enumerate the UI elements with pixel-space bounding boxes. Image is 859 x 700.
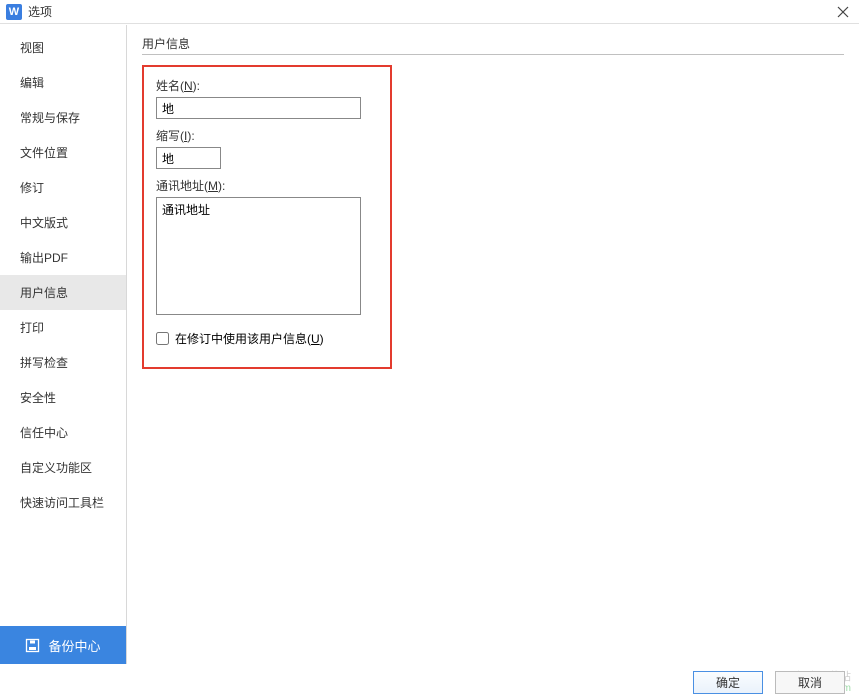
abbr-input[interactable] xyxy=(156,147,221,169)
sidebar-item-edit[interactable]: 编辑 xyxy=(0,65,126,100)
name-label: 姓名(N): xyxy=(156,77,378,94)
sidebar-item-print[interactable]: 打印 xyxy=(0,310,126,345)
use-in-revision-checkbox[interactable] xyxy=(156,332,169,345)
address-field-group: 通讯地址(M): xyxy=(156,177,378,318)
name-input[interactable] xyxy=(156,97,361,119)
cancel-button[interactable]: 取消 xyxy=(775,671,845,694)
section-divider xyxy=(142,54,844,55)
sidebar: 视图 编辑 常规与保存 文件位置 修订 中文版式 输出PDF 用户信息 打印 拼… xyxy=(0,25,127,664)
sidebar-item-label: 安全性 xyxy=(20,391,56,405)
sidebar-item-revision[interactable]: 修订 xyxy=(0,170,126,205)
sidebar-item-label: 常规与保存 xyxy=(20,111,80,125)
dialog-footer: 确定 取消 xyxy=(0,664,859,700)
sidebar-item-label: 拼写检查 xyxy=(20,356,68,370)
close-icon xyxy=(837,6,849,18)
close-button[interactable] xyxy=(835,4,851,20)
sidebar-item-quick-access[interactable]: 快速访问工具栏 xyxy=(0,485,126,520)
ok-button[interactable]: 确定 xyxy=(693,671,763,694)
sidebar-item-label: 文件位置 xyxy=(20,146,68,160)
sidebar-item-custom-ribbon[interactable]: 自定义功能区 xyxy=(0,450,126,485)
sidebar-item-user-info[interactable]: 用户信息 xyxy=(0,275,126,310)
app-icon-letter: W xyxy=(9,6,19,18)
backup-center-label: 备份中心 xyxy=(48,636,100,655)
sidebar-item-label: 自定义功能区 xyxy=(20,461,92,475)
sidebar-item-label: 信任中心 xyxy=(20,426,68,440)
name-field-group: 姓名(N): xyxy=(156,77,378,119)
sidebar-item-trust-center[interactable]: 信任中心 xyxy=(0,415,126,450)
sidebar-item-security[interactable]: 安全性 xyxy=(0,380,126,415)
sidebar-item-label: 输出PDF xyxy=(20,251,68,265)
backup-center-button[interactable]: 备份中心 xyxy=(0,626,126,664)
sidebar-item-spell-check[interactable]: 拼写检查 xyxy=(0,345,126,380)
sidebar-item-general-save[interactable]: 常规与保存 xyxy=(0,100,126,135)
window-title: 选项 xyxy=(28,3,52,20)
sidebar-item-output-pdf[interactable]: 输出PDF xyxy=(0,240,126,275)
section-title: 用户信息 xyxy=(142,35,844,52)
sidebar-item-label: 快速访问工具栏 xyxy=(20,496,104,510)
sidebar-item-file-location[interactable]: 文件位置 xyxy=(0,135,126,170)
content-panel: 用户信息 姓名(N): 缩写(I): 通讯地址(M): 在修订中使用该用户信息(… xyxy=(127,25,859,664)
abbr-label: 缩写(I): xyxy=(156,127,378,144)
sidebar-item-label: 中文版式 xyxy=(20,216,68,230)
sidebar-item-label: 修订 xyxy=(20,181,44,195)
sidebar-item-label: 视图 xyxy=(20,41,44,55)
sidebar-item-view[interactable]: 视图 xyxy=(0,30,126,65)
title-bar: W 选项 xyxy=(0,0,859,24)
backup-icon xyxy=(25,638,40,653)
sidebar-item-label: 打印 xyxy=(20,321,44,335)
use-in-revision-row: 在修订中使用该用户信息(U) xyxy=(156,330,378,347)
user-info-highlight-box: 姓名(N): 缩写(I): 通讯地址(M): 在修订中使用该用户信息(U) xyxy=(142,65,392,369)
sidebar-item-chinese-layout[interactable]: 中文版式 xyxy=(0,205,126,240)
sidebar-list: 视图 编辑 常规与保存 文件位置 修订 中文版式 输出PDF 用户信息 打印 拼… xyxy=(0,30,126,626)
address-input[interactable] xyxy=(156,197,361,315)
abbr-field-group: 缩写(I): xyxy=(156,127,378,169)
sidebar-item-label: 用户信息 xyxy=(20,286,68,300)
app-icon: W xyxy=(6,4,22,20)
sidebar-item-label: 编辑 xyxy=(20,76,44,90)
address-label: 通讯地址(M): xyxy=(156,177,378,194)
use-in-revision-label: 在修订中使用该用户信息(U) xyxy=(175,330,324,347)
